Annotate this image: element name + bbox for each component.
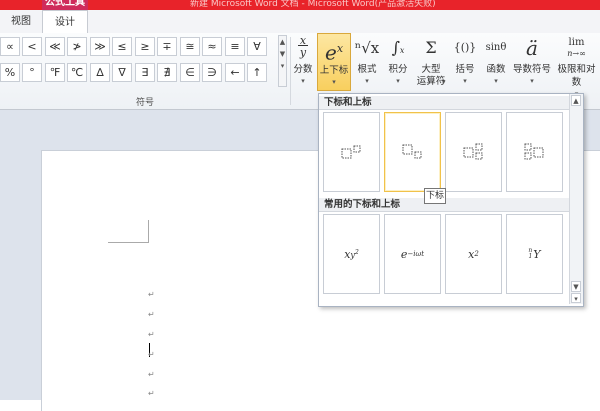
accent-icon: ä [526,36,538,60]
symbol-button[interactable]: % [0,63,20,82]
title-bar: 新建 Microsoft Word 文档 - Microsoft Word(产品… [0,0,600,10]
gallery-more-icon[interactable]: ▾ [571,293,581,303]
symbol-button[interactable]: < [22,37,42,56]
function-icon: sinθ [485,42,507,53]
margin-crop-mark [108,220,149,243]
symbol-button[interactable]: ∀ [247,37,267,56]
symbol-button[interactable]: ℉ [45,63,65,82]
superscript-icon [341,145,360,159]
tooltip-subscript: 下标 [424,188,446,204]
limit-log-button[interactable]: limn→∞ 极限和对数 ▾ [553,33,600,98]
ribbon-tab-row: 视图 设计 [0,10,600,34]
limit-icon: lim n→∞ [567,37,586,58]
symbol-button[interactable]: ← [225,63,245,82]
paragraph-mark: ↵ [148,389,155,398]
sub-superscript-icon [463,143,482,160]
equation-preview: n1Y [528,247,541,261]
paragraph-mark: ↵ [148,330,155,339]
equation-preview: x2 [468,247,479,261]
window-title: 新建 Microsoft Word 文档 - Microsoft Word(产品… [190,0,436,9]
integral-button[interactable]: ∫x 积分 ▾ [383,33,413,91]
symbol-button[interactable]: ≤ [112,37,132,56]
paragraph-mark: ↵ [148,370,155,379]
paragraph-mark: ↵ [148,350,155,359]
integral-icon: ∫x [391,38,405,57]
symbol-button[interactable]: ∓ [157,37,177,56]
symbol-button[interactable]: ° [22,63,42,82]
symbol-button[interactable]: ∈ [180,63,200,82]
symbol-button[interactable]: ∇ [112,63,132,82]
symbol-button[interactable]: ∄ [157,63,177,82]
symbol-button[interactable]: ℃ [67,63,87,82]
script-gallery-dropdown: 下标和上标 常用的下标和上标 x y2 e −iωt x2 n 1 Y ▲ ▼ … [318,93,584,307]
symbol-button[interactable]: ∃ [135,63,155,82]
subscript-superscript-template[interactable] [445,112,502,192]
group-label-symbols: 符号 [135,98,154,108]
symbol-button[interactable]: ≯ [67,37,87,56]
gallery-scrollbar[interactable]: ▲ ▼ ▾ [569,94,583,304]
expand-gallery-icon[interactable]: ▾ [279,60,286,72]
script-button[interactable]: ex 上下标 ▾ [317,33,351,91]
large-operator-dropdown-icon[interactable]: ▾ [442,78,446,86]
left-sub-superscript-template[interactable] [506,112,563,192]
equation-preview: x y2 [344,247,359,261]
common-script-item[interactable]: x y2 [323,214,380,294]
bracket-icon: {()} [453,41,477,54]
fraction-button[interactable]: xy 分数 ▾ [290,33,316,91]
gallery-section-header: 下标和上标 [319,96,569,110]
equation-preview: e −iωt [400,247,425,261]
symbol-button[interactable]: ≥ [135,37,155,56]
symbol-button[interactable]: ≡ [225,37,245,56]
radical-icon: ⁿ√x [354,39,380,57]
bracket-button[interactable]: {()} 括号 ▾ [450,33,480,91]
symbol-button[interactable]: ↑ [247,63,267,82]
symbol-button[interactable]: ∝ [0,37,20,56]
symbol-button[interactable]: ≫ [90,37,110,56]
symbol-button[interactable]: ≪ [45,37,65,56]
common-script-item[interactable]: e −iωt [384,214,441,294]
common-script-item[interactable]: n1Y [506,214,563,294]
script-icon: ex [324,40,344,65]
symbol-button[interactable]: ∋ [202,63,222,82]
tab-view[interactable]: 视图 [0,10,42,33]
symbol-button[interactable]: ∆ [90,63,110,82]
left-sub-superscript-icon [524,143,543,160]
symbol-button[interactable]: ≅ [180,37,200,56]
radical-button[interactable]: ⁿ√x 根式 ▾ [352,33,382,91]
scroll-up-icon[interactable]: ▲ [279,36,286,48]
context-tab-equation-tools: 公式工具 [42,0,88,10]
common-script-item[interactable]: x2 [445,214,502,294]
symbol-button[interactable]: ≈ [202,37,222,56]
paragraph-mark: ↵ [148,310,155,319]
scroll-up-icon[interactable]: ▲ [571,95,581,106]
fraction-icon: xy [297,34,309,59]
symbol-gallery-scrollbar[interactable]: ▲ ▼ ▾ [278,35,287,87]
scroll-down-icon[interactable]: ▼ [279,48,286,60]
paragraph-mark: ↵ [148,290,155,299]
superscript-template[interactable] [323,112,380,192]
summation-icon: Σ [425,38,437,57]
subscript-icon [402,144,421,159]
tab-design[interactable]: 设计 [42,10,88,34]
scroll-down-icon[interactable]: ▼ [571,281,581,292]
subscript-template[interactable] [384,112,441,192]
function-button[interactable]: sinθ 函数 ▾ [481,33,511,91]
accent-button[interactable]: ä 导数符号 ▾ [512,33,552,91]
